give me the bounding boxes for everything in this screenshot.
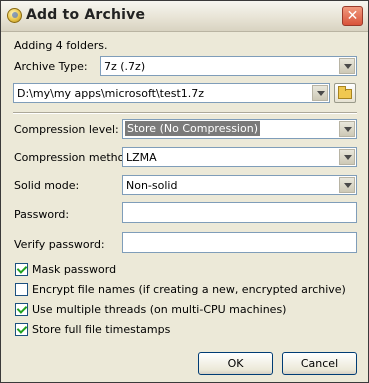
summary-text: Adding 4 folders. (14, 39, 108, 52)
archive-path-combo[interactable]: D:\my\my apps\microsoft\test1.7z (13, 83, 330, 103)
compression-method-select[interactable]: LZMA (122, 147, 357, 167)
store-timestamps-checkbox[interactable] (15, 323, 28, 336)
compression-method-label: Compression method: (14, 151, 136, 164)
ok-button[interactable]: OK (198, 352, 273, 375)
chevron-down-icon[interactable] (339, 58, 355, 74)
verify-password-label: Verify password: (14, 238, 105, 251)
separator (13, 112, 357, 114)
browse-folder-button[interactable] (334, 83, 356, 103)
chevron-down-icon[interactable] (339, 121, 355, 137)
compression-level-value: Store (No Compression) (125, 121, 260, 136)
archive-path-value: D:\my\my apps\microsoft\test1.7z (17, 87, 205, 100)
multiple-threads-label[interactable]: Use multiple threads (on multi-CPU machi… (32, 303, 286, 316)
mask-password-checkbox[interactable] (15, 263, 28, 276)
multiple-threads-checkbox[interactable] (15, 303, 28, 316)
app-icon (7, 8, 22, 23)
close-button[interactable]: ✕ (342, 6, 363, 26)
compression-level-select[interactable]: Store (No Compression) (122, 119, 357, 139)
verify-password-input[interactable] (122, 232, 357, 253)
compression-method-value: LZMA (126, 151, 157, 164)
folder-icon (338, 86, 352, 99)
window-title: Add to Archive (26, 7, 146, 23)
solid-mode-label: Solid mode: (14, 179, 80, 192)
chevron-down-icon[interactable] (339, 149, 355, 165)
password-input[interactable] (122, 202, 357, 223)
chevron-down-icon[interactable] (339, 177, 355, 193)
chevron-down-icon[interactable] (312, 85, 328, 101)
compression-level-label: Compression level: (14, 123, 119, 136)
archive-type-value: 7z (.7z) (104, 60, 146, 73)
store-timestamps-label[interactable]: Store full file timestamps (32, 323, 170, 336)
solid-mode-value: Non-solid (126, 179, 178, 192)
mask-password-label[interactable]: Mask password (32, 263, 116, 276)
encrypt-file-names-checkbox[interactable] (15, 283, 28, 296)
encrypt-file-names-label[interactable]: Encrypt file names (if creating a new, e… (32, 283, 346, 296)
password-label: Password: (14, 208, 70, 221)
title-bar[interactable]: Add to Archive ✕ (1, 1, 368, 32)
archive-type-select[interactable]: 7z (.7z) (100, 56, 357, 76)
add-to-archive-dialog: Add to Archive ✕ Adding 4 folders. Archi… (0, 0, 369, 383)
archive-type-label: Archive Type: (14, 60, 88, 73)
cancel-button[interactable]: Cancel (282, 352, 357, 375)
solid-mode-select[interactable]: Non-solid (122, 175, 357, 195)
